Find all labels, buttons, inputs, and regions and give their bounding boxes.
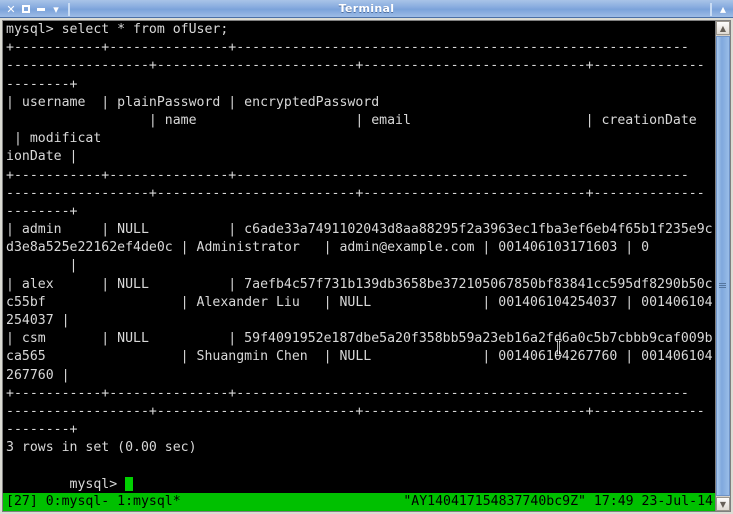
terminal-line: ------------------+---------------------… (6, 403, 705, 419)
terminal-line: | username | plainPassword | encryptedPa… (6, 94, 697, 110)
titlebar-divider-right (710, 2, 712, 16)
terminal-line: | admin | NULL | c6ade33a7491102043d8aa8… (6, 222, 713, 238)
terminal-frame: mysql> select * from ofUser; +----------… (2, 20, 731, 512)
close-icon[interactable]: ✕ (5, 3, 17, 15)
terminal-line: --------+ (6, 422, 78, 438)
terminal-line: +-----------+---------------+-----------… (6, 385, 689, 401)
terminal-line: 3 rows in set (0.00 sec) (6, 440, 197, 456)
terminal-line: ca565 | Shuangmin Chen | NULL | 00140610… (6, 349, 713, 365)
terminal-line: ------------------+---------------------… (6, 185, 705, 201)
terminal-line: | csm | NULL | 59f4091952e187dbe5a20f358… (6, 331, 713, 347)
terminal-line: 254037 | (6, 313, 70, 328)
terminal-window: ✕ ▾ Terminal ▴ mysql> select * from ofUs… (0, 0, 733, 514)
terminal-line: 267760 | (6, 367, 70, 383)
terminal-line: | alex | NULL | 7aefb4c57f731b139db3658b… (6, 276, 713, 292)
prompt-text: mysql> (69, 477, 126, 493)
terminal-line: c55bf | Alexander Liu | NULL | 001406104… (6, 294, 713, 310)
terminal-screen[interactable]: mysql> select * from ofUser; +----------… (3, 21, 715, 511)
terminal-line: | name | email | creationDate (6, 112, 713, 128)
titlebar-right-group: ▴ (710, 0, 732, 18)
maximize-square-glyph (22, 5, 30, 13)
terminal-line: +-----------+---------------+-----------… (6, 40, 689, 56)
scroll-up-arrow-icon[interactable]: ▲ (716, 21, 730, 35)
window-controls-group: ✕ ▾ (2, 0, 73, 18)
chevron-down-icon[interactable]: ▾ (50, 3, 62, 15)
window-titlebar[interactable]: ✕ ▾ Terminal ▴ (0, 0, 733, 18)
titlebar-divider (68, 2, 70, 16)
scrollbar-grip-icon[interactable] (719, 283, 726, 289)
terminal-cursor (125, 477, 134, 492)
terminal-line: | modificat (6, 131, 102, 147)
terminal-line: | (6, 258, 78, 274)
terminal-line: ------------------+---------------------… (6, 58, 705, 74)
terminal-prompt-line: mysql> (3, 458, 715, 492)
tmux-session-clock: "AY140417154837740bc9Z" 17:49 23-Jul-14 (403, 494, 713, 509)
tmux-status-bar: [27] 0:mysql- 1:mysql* "AY14041715483774… (3, 493, 715, 511)
scroll-down-arrow-icon[interactable]: ▼ (716, 497, 730, 511)
terminal-scrollbar[interactable]: ▲ ▼ (715, 21, 730, 511)
terminal-line: --------+ (6, 203, 78, 219)
maximize-icon[interactable] (20, 3, 32, 15)
terminal-line: +-----------+---------------+-----------… (6, 167, 689, 183)
window-title: Terminal (338, 2, 395, 15)
minimize-icon[interactable] (35, 3, 47, 15)
terminal-line: ionDate | (6, 149, 78, 165)
tmux-window-list[interactable]: [27] 0:mysql- 1:mysql* (6, 493, 181, 511)
scrollbar-thumb[interactable] (716, 36, 730, 496)
minimize-dash-glyph (37, 7, 45, 11)
terminal-line: --------+ (6, 76, 78, 92)
chevron-up-icon[interactable]: ▴ (714, 1, 732, 17)
terminal-line: mysql> select * from ofUser; (6, 22, 229, 37)
terminal-line: d3e8a525e22162ef4de0c | Administrator | … (6, 240, 650, 256)
